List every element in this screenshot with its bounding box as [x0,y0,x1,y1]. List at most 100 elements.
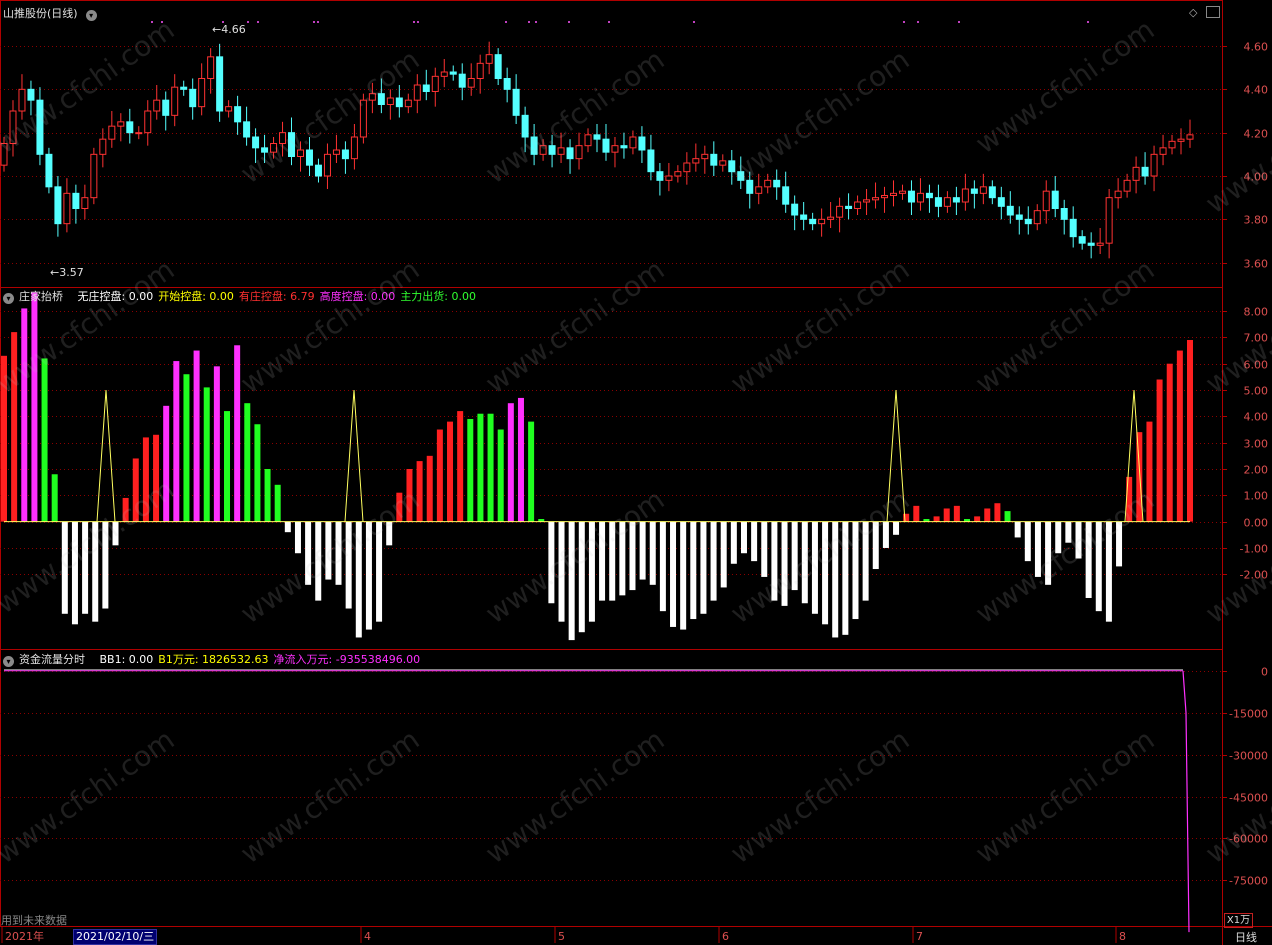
candle-body [323,153,331,177]
indicator-bar [588,521,595,622]
indicator-bar [1045,521,1052,585]
candle-body [629,136,637,149]
indicator-bar [274,484,281,522]
future-data-note: 用到未来数据 [1,914,67,927]
indicator-bar [710,521,717,601]
indicator-bar [680,521,687,630]
y-tick-label-0-0: 4.60 [1244,41,1269,54]
signal-dot [917,21,919,23]
candle-body [1186,134,1194,140]
indicator-bar [416,461,423,522]
indicator-bar [1024,521,1031,562]
y-tick-label-1-3: 5.00 [1244,385,1269,398]
indicator-bar [822,521,829,625]
candle-body [180,86,188,90]
flow-value-1: B1万元: 1826532.63 [158,653,269,666]
indicator-bar [568,521,575,641]
indicator-bar [203,387,210,522]
panel-frame-2 [0,649,1223,927]
indicator-bar [578,521,585,633]
candle-body [422,84,430,92]
indicator-bar [112,521,119,546]
candle-body [305,149,313,166]
start-control-peak [96,389,116,522]
panel-frame-0 [0,0,1223,288]
indicator-bar [153,434,160,522]
candle-body [144,110,152,134]
indicator-bar [1004,511,1011,522]
x-tick-label-0: 2021年 [5,929,44,943]
flow-value-0: BB1: 0.00 [99,653,154,666]
candle-body [1150,153,1158,177]
x-tick-label-5: 8 [1119,930,1126,943]
candle-body [99,138,107,155]
indicator-bar [1055,521,1062,554]
candle-body [162,99,170,116]
x-tick-label-2: 5 [558,930,565,943]
indicator-bar [1085,521,1092,598]
indicator-bar [345,521,352,609]
candle-body [916,192,924,203]
indicator-bar [801,521,808,604]
indicator-menu-icon[interactable]: ▾ [3,293,14,304]
signal-dot [417,21,419,23]
signal-dot [1087,21,1089,23]
candle-body [818,218,826,225]
indicator-bar [517,397,524,522]
indicator-bar [92,521,99,622]
indicator-bar [325,521,332,580]
candle-body [647,149,655,173]
signal-dot [161,21,163,23]
indicator-bar [1095,521,1102,612]
dropdown-icon[interactable]: ▾ [85,10,97,21]
indicator-bar [659,521,666,612]
indicator-header-zjtq: ▾ 庄家抬桥 无庄控盘: 0.00 开始控盘: 0.00 有庄控盘: 6.79 高度控盘… [0,289,481,305]
indicator-bar [467,418,474,522]
y-tick-label-2-4: -60000 [1229,833,1268,846]
indicator-bar [670,521,677,627]
candle-body [153,99,161,112]
candle-body [764,179,772,188]
candle-body [288,132,296,158]
indicator-bar [122,497,129,522]
candle-body [1168,140,1176,149]
indicator-bar [284,521,291,533]
indicator-bar [436,429,443,522]
candle-body [584,134,592,147]
candle-body [593,134,601,140]
indicator-bar [913,505,920,522]
candle-body [898,190,906,194]
signal-dot [608,21,610,23]
candle-body [800,214,808,220]
candle-body [279,132,287,145]
candle-body [1042,190,1050,212]
candle-body [638,136,646,151]
candle-body [413,84,421,101]
candle-body [54,186,62,225]
indicator-bar [244,403,251,522]
candle-body [476,62,484,79]
indicator-header-zjll: ▾ 资金流量分时 BB1: 0.00 B1万元: 1826532.63 净流入万元: … [0,652,425,668]
candle-body [791,203,799,216]
indicator-menu-icon-2[interactable]: ▾ [3,656,14,667]
indicator-bar [649,521,656,585]
stock-chart-canvas[interactable]: 4.60 4.40 4.20 4.00 3.80 3.60 ←4.66 ←3.57 8.00 7.… [0,0,1272,945]
candle-body [117,121,125,127]
diamond-icon[interactable]: ◇ [1189,6,1197,19]
candle-body [126,121,134,134]
window-icon[interactable] [1206,6,1220,18]
candle-body [1078,236,1086,244]
candle-body [386,97,394,105]
indicator-bar [1126,476,1133,522]
candle-body [503,78,511,90]
indicator-bar [376,521,383,622]
candle-body [252,136,260,149]
candle-body [728,160,736,173]
indicator-bar [183,374,190,522]
candle-body [234,106,242,123]
candle-body [297,149,304,157]
candle-body [692,158,700,164]
period-tab[interactable]: 日线 [1235,929,1257,945]
indicator-bar [487,413,494,522]
indicator-bar [305,521,312,585]
